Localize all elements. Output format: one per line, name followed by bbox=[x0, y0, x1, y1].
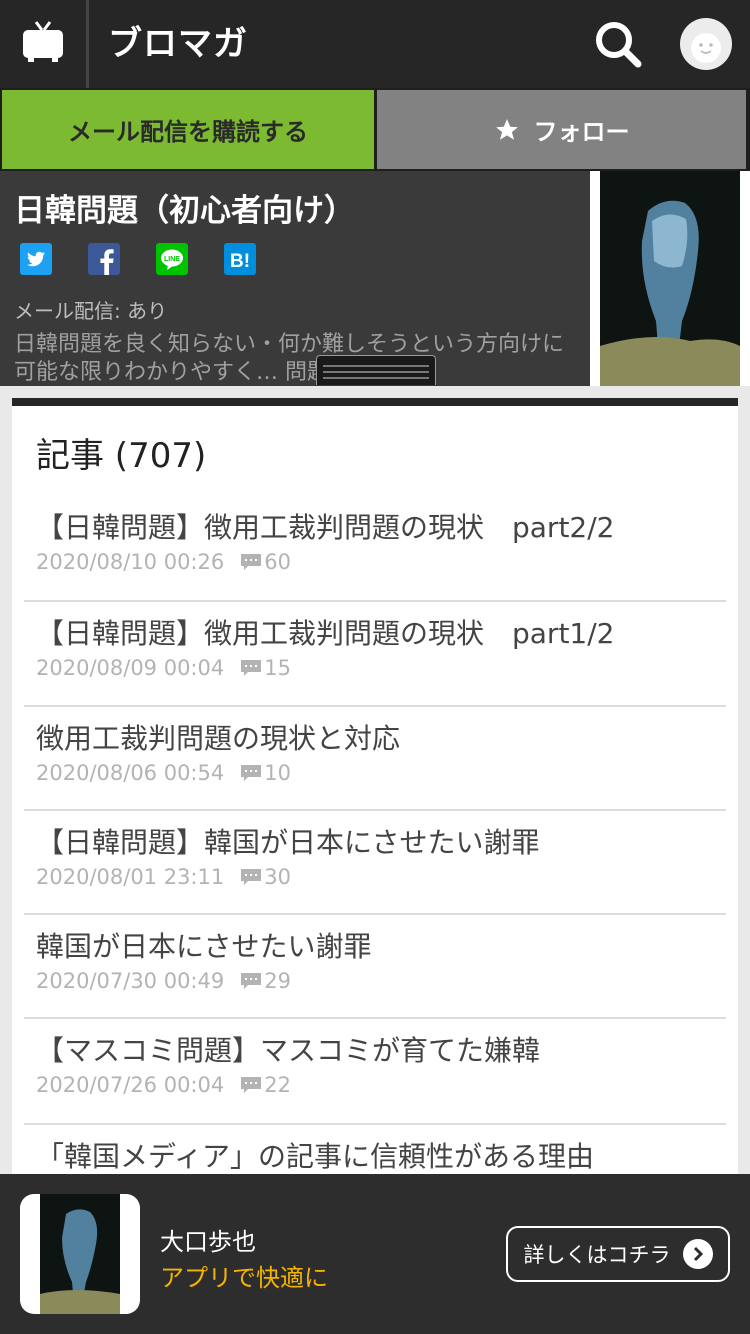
follow-button[interactable]: フォロー bbox=[377, 90, 746, 169]
comment-count: 60 bbox=[264, 550, 291, 574]
details-button-label: 詳しくはコチラ bbox=[523, 1243, 671, 1267]
channel-description: 日韓問題を良く知らない・何か難しそうという方向けに可能な限りわかりやすく… 問題… bbox=[14, 332, 565, 385]
search-icon bbox=[596, 22, 642, 68]
site-logo[interactable]: ブロマガ bbox=[108, 22, 248, 66]
details-button[interactable]: 詳しくはコチラ bbox=[506, 1226, 730, 1282]
article-date: 2020/08/09 00:04 bbox=[36, 656, 225, 680]
avatar-icon bbox=[691, 33, 721, 63]
search-button[interactable] bbox=[592, 18, 644, 70]
app-thumbnail-image bbox=[40, 1194, 120, 1314]
article-title: 【マスコミ問題】マスコミが育てた嫌韓 bbox=[36, 1034, 541, 1067]
article-item[interactable]: 【マスコミ問題】マスコミが育てた嫌韓 2020/07/26 00:04 22 bbox=[24, 1019, 726, 1125]
comment-count: 29 bbox=[264, 969, 291, 993]
top-header: ブロマガ bbox=[0, 0, 750, 88]
app-thumbnail[interactable] bbox=[20, 1194, 140, 1314]
tv-menu-button[interactable] bbox=[0, 0, 86, 88]
user-avatar[interactable] bbox=[680, 18, 732, 70]
article-item[interactable]: 【日韓問題】徴用工裁判問題の現状 part2/2 2020/08/10 00:2… bbox=[24, 496, 726, 602]
article-date: 2020/07/26 00:04 bbox=[36, 1073, 225, 1097]
channel-title: 日韓問題（初心者向け） bbox=[14, 193, 355, 229]
article-item[interactable]: 【日韓問題】韓国が日本にさせたい謝罪 2020/08/01 23:11 30 bbox=[24, 811, 726, 915]
article-title: 「韓国メディア」の記事に信頼性がある理由 bbox=[36, 1140, 595, 1173]
channel-actions: メール配信を購読する フォロー bbox=[0, 88, 750, 171]
comment-icon bbox=[241, 973, 262, 989]
article-meta: 2020/08/06 00:54 10 bbox=[36, 761, 291, 785]
article-meta: 2020/07/30 00:49 29 bbox=[36, 969, 291, 993]
article-meta: 2020/08/01 23:11 30 bbox=[36, 865, 291, 889]
article-title: 韓国が日本にさせたい謝罪 bbox=[36, 930, 372, 963]
comment-icon bbox=[241, 660, 262, 676]
facebook-icon bbox=[100, 249, 114, 275]
article-item[interactable]: 【日韓問題】徴用工裁判問題の現状 part1/2 2020/08/09 00:0… bbox=[24, 602, 726, 707]
subscribe-mail-button[interactable]: メール配信を購読する bbox=[2, 90, 374, 169]
header-divider bbox=[86, 0, 89, 88]
line-icon: LINE bbox=[161, 249, 183, 270]
chevron-right-icon bbox=[682, 1239, 713, 1269]
comment-icon bbox=[241, 765, 262, 781]
expand-description-handle[interactable] bbox=[316, 355, 436, 385]
svg-text:B!: B! bbox=[230, 251, 250, 272]
articles-heading: 記事 (707) bbox=[36, 436, 207, 476]
share-buttons: LINE B! bbox=[20, 243, 256, 275]
article-meta: 2020/07/26 00:04 22 bbox=[36, 1073, 291, 1097]
article-item[interactable]: 韓国が日本にさせたい謝罪 2020/07/30 00:49 29 bbox=[24, 915, 726, 1019]
mail-delivery-status: メール配信: あり bbox=[14, 299, 168, 323]
channel-info: 日韓問題（初心者向け） LINE B! メール配信: あり 日韓問題を良く知らな… bbox=[0, 171, 750, 386]
app-author-name: 大口歩也 bbox=[160, 1228, 256, 1256]
comment-icon bbox=[241, 554, 262, 570]
app-promo-banner: 大口歩也 アプリで快適に 詳しくはコチラ bbox=[0, 1174, 750, 1334]
follow-label: フォロー bbox=[533, 118, 630, 146]
twitter-icon bbox=[27, 251, 45, 267]
comment-count: 10 bbox=[264, 761, 291, 785]
channel-thumbnail-image bbox=[600, 171, 740, 386]
comment-count: 15 bbox=[264, 656, 291, 680]
article-meta: 2020/08/09 00:04 15 bbox=[36, 656, 291, 680]
comment-count: 22 bbox=[264, 1073, 291, 1097]
line-share-button[interactable]: LINE bbox=[156, 243, 188, 275]
article-date: 2020/08/10 00:26 bbox=[36, 550, 225, 574]
article-title: 徴用工裁判問題の現状と対応 bbox=[36, 722, 401, 755]
articles-section: 記事 (707) 【日韓問題】徴用工裁判問題の現状 part2/2 2020/0… bbox=[12, 398, 738, 1178]
article-item[interactable]: 徴用工裁判問題の現状と対応 2020/08/06 00:54 10 bbox=[24, 707, 726, 811]
tv-icon bbox=[23, 21, 63, 62]
app-tagline: アプリで快適に bbox=[160, 1264, 328, 1292]
facebook-share-button[interactable] bbox=[88, 243, 120, 275]
article-title: 【日韓問題】徴用工裁判問題の現状 part2/2 bbox=[36, 511, 615, 544]
article-title: 【日韓問題】韓国が日本にさせたい謝罪 bbox=[36, 826, 540, 859]
hatena-bookmark-icon: B! bbox=[230, 251, 250, 272]
svg-text:LINE: LINE bbox=[164, 256, 180, 263]
article-meta: 2020/08/10 00:26 60 bbox=[36, 550, 291, 574]
article-title: 【日韓問題】徴用工裁判問題の現状 part1/2 bbox=[36, 617, 615, 650]
star-icon bbox=[495, 118, 518, 140]
hatena-share-button[interactable]: B! bbox=[224, 243, 256, 275]
twitter-share-button[interactable] bbox=[20, 243, 52, 275]
article-date: 2020/07/30 00:49 bbox=[36, 969, 225, 993]
comment-count: 30 bbox=[264, 865, 291, 889]
comment-icon bbox=[241, 869, 262, 885]
comment-icon bbox=[241, 1077, 262, 1093]
article-date: 2020/08/06 00:54 bbox=[36, 761, 225, 785]
article-date: 2020/08/01 23:11 bbox=[36, 865, 225, 889]
channel-thumbnail[interactable] bbox=[590, 171, 750, 386]
